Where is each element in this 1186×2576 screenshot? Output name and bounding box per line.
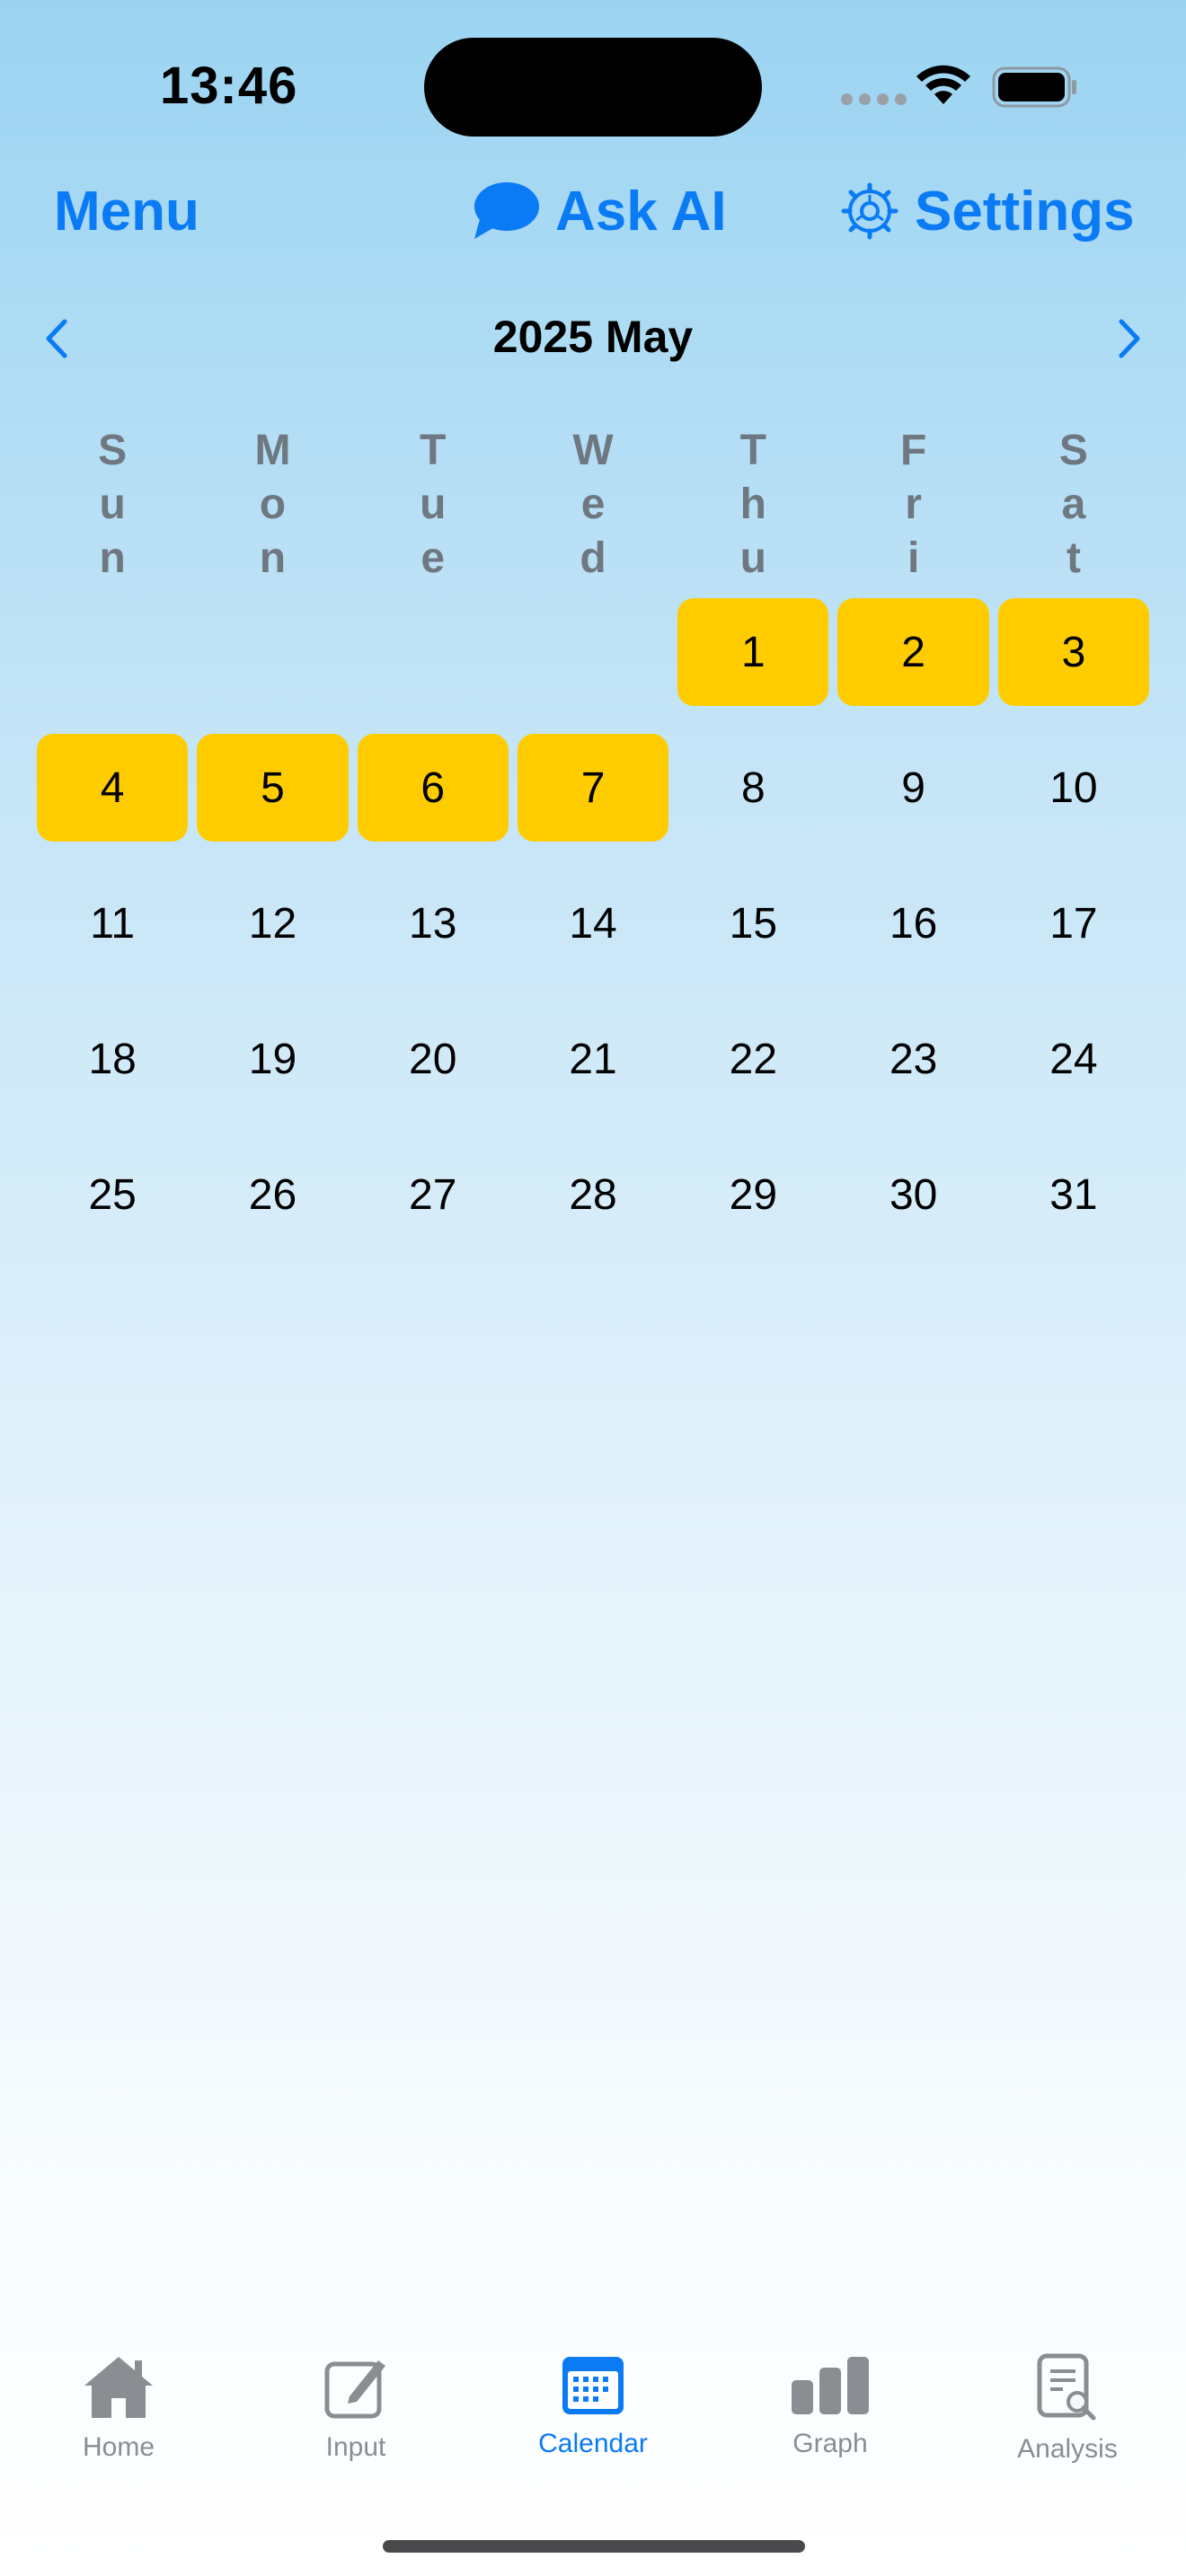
settings-button[interactable]: Settings <box>841 178 1135 244</box>
calendar-day-cell[interactable]: 3 <box>997 598 1150 706</box>
battery-icon <box>992 66 1076 108</box>
calendar-day-cell[interactable]: 8 <box>677 734 828 842</box>
calendar-day-cell[interactable]: 1 <box>677 598 829 706</box>
document-search-icon <box>1037 2353 1096 2421</box>
weekday-label: Fri <box>899 427 927 582</box>
calendar-day-cell[interactable]: 29 <box>677 1141 828 1248</box>
calendar-icon <box>562 2357 624 2414</box>
calendar-day-cell[interactable]: 24 <box>998 1005 1149 1113</box>
cellular-signal-icon <box>841 93 907 105</box>
wifi-icon <box>916 65 970 104</box>
dynamic-island <box>424 38 762 137</box>
month-title: 2025 May <box>492 312 694 362</box>
tab-analysis[interactable]: Analysis <box>949 2353 1186 2488</box>
tab-label: Input <box>325 2432 386 2462</box>
calendar-day-cell[interactable]: 22 <box>677 1005 828 1113</box>
tab-calendar[interactable]: Calendar <box>474 2353 712 2488</box>
tab-bar: Home Input Calendar Graph Analysis <box>0 2353 1186 2488</box>
calendar-day-cell[interactable]: 26 <box>197 1141 348 1248</box>
house-icon <box>84 2357 153 2418</box>
calendar-day-cell[interactable]: 23 <box>837 1005 988 1113</box>
calendar-day-cell[interactable]: 5 <box>197 734 349 842</box>
calendar-day-cell[interactable]: 18 <box>37 1005 188 1113</box>
ask-ai-button[interactable]: Ask AI <box>471 178 727 244</box>
calendar-day-cell[interactable]: 10 <box>998 734 1149 842</box>
bar-chart-icon <box>792 2357 869 2414</box>
weekday-label: Sun <box>98 427 128 582</box>
tab-input[interactable]: Input <box>237 2353 474 2488</box>
calendar-day-cell[interactable]: 4 <box>37 734 189 842</box>
calendar-day-cell[interactable]: 16 <box>837 869 988 977</box>
calendar-day-cell[interactable]: 6 <box>357 734 509 842</box>
weekday-label: Tue <box>420 427 447 582</box>
settings-label: Settings <box>915 180 1135 243</box>
calendar-day-cell[interactable]: 17 <box>998 869 1149 977</box>
calendar-day-cell[interactable]: 11 <box>37 869 188 977</box>
status-time: 13:46 <box>160 57 298 115</box>
calendar-day-cell[interactable]: 2 <box>837 598 989 706</box>
calendar-day-cell[interactable]: 9 <box>837 734 988 842</box>
menu-label: Menu <box>54 180 199 243</box>
calendar-day-cell[interactable]: 12 <box>197 869 348 977</box>
weekday-label: Thu <box>739 427 766 582</box>
calendar-day-cell[interactable]: 14 <box>518 869 668 977</box>
calendar-day-cell[interactable]: 7 <box>517 734 669 842</box>
weekday-label: Wed <box>572 427 614 582</box>
calendar-day-grid: 1 2 3 4 5 6 7 8 9 10 11 12 13 14 15 16 17 18 19 20 21 22 23 24 2… <box>32 598 1154 1276</box>
tab-label: Home <box>82 2432 155 2462</box>
calendar-day-cell[interactable]: 15 <box>677 869 828 977</box>
calendar-day-cell[interactable]: 27 <box>358 1141 509 1248</box>
tab-home[interactable]: Home <box>0 2353 237 2488</box>
next-month-chevron-icon[interactable] <box>1105 316 1150 361</box>
tab-graph[interactable]: Graph <box>712 2353 949 2488</box>
tab-label: Graph <box>792 2429 868 2458</box>
menu-button[interactable]: Menu <box>54 178 199 244</box>
gear-icon <box>841 182 898 240</box>
weekday-label: Mon <box>254 427 291 582</box>
weekday-label: Sat <box>1058 427 1088 582</box>
calendar-day-cell[interactable]: 28 <box>518 1141 668 1248</box>
calendar-day-cell[interactable]: 21 <box>518 1005 668 1113</box>
edit-icon <box>324 2360 385 2419</box>
weekday-header-row: Sun Mon Tue Wed Thu Fri Sat <box>32 424 1154 586</box>
calendar-day-cell[interactable]: 25 <box>37 1141 188 1248</box>
calendar-day-cell[interactable]: 19 <box>197 1005 348 1113</box>
calendar-day-cell[interactable]: 13 <box>358 869 509 977</box>
ask-ai-label: Ask AI <box>555 180 727 243</box>
chat-bubble-icon <box>474 182 539 239</box>
tab-label: Analysis <box>1017 2434 1118 2464</box>
tab-label: Calendar <box>538 2429 648 2458</box>
calendar-day-cell[interactable]: 20 <box>358 1005 509 1113</box>
calendar-day-cell[interactable]: 31 <box>998 1141 1149 1248</box>
calendar-day-cell[interactable]: 30 <box>837 1141 988 1248</box>
home-indicator <box>383 2540 805 2553</box>
